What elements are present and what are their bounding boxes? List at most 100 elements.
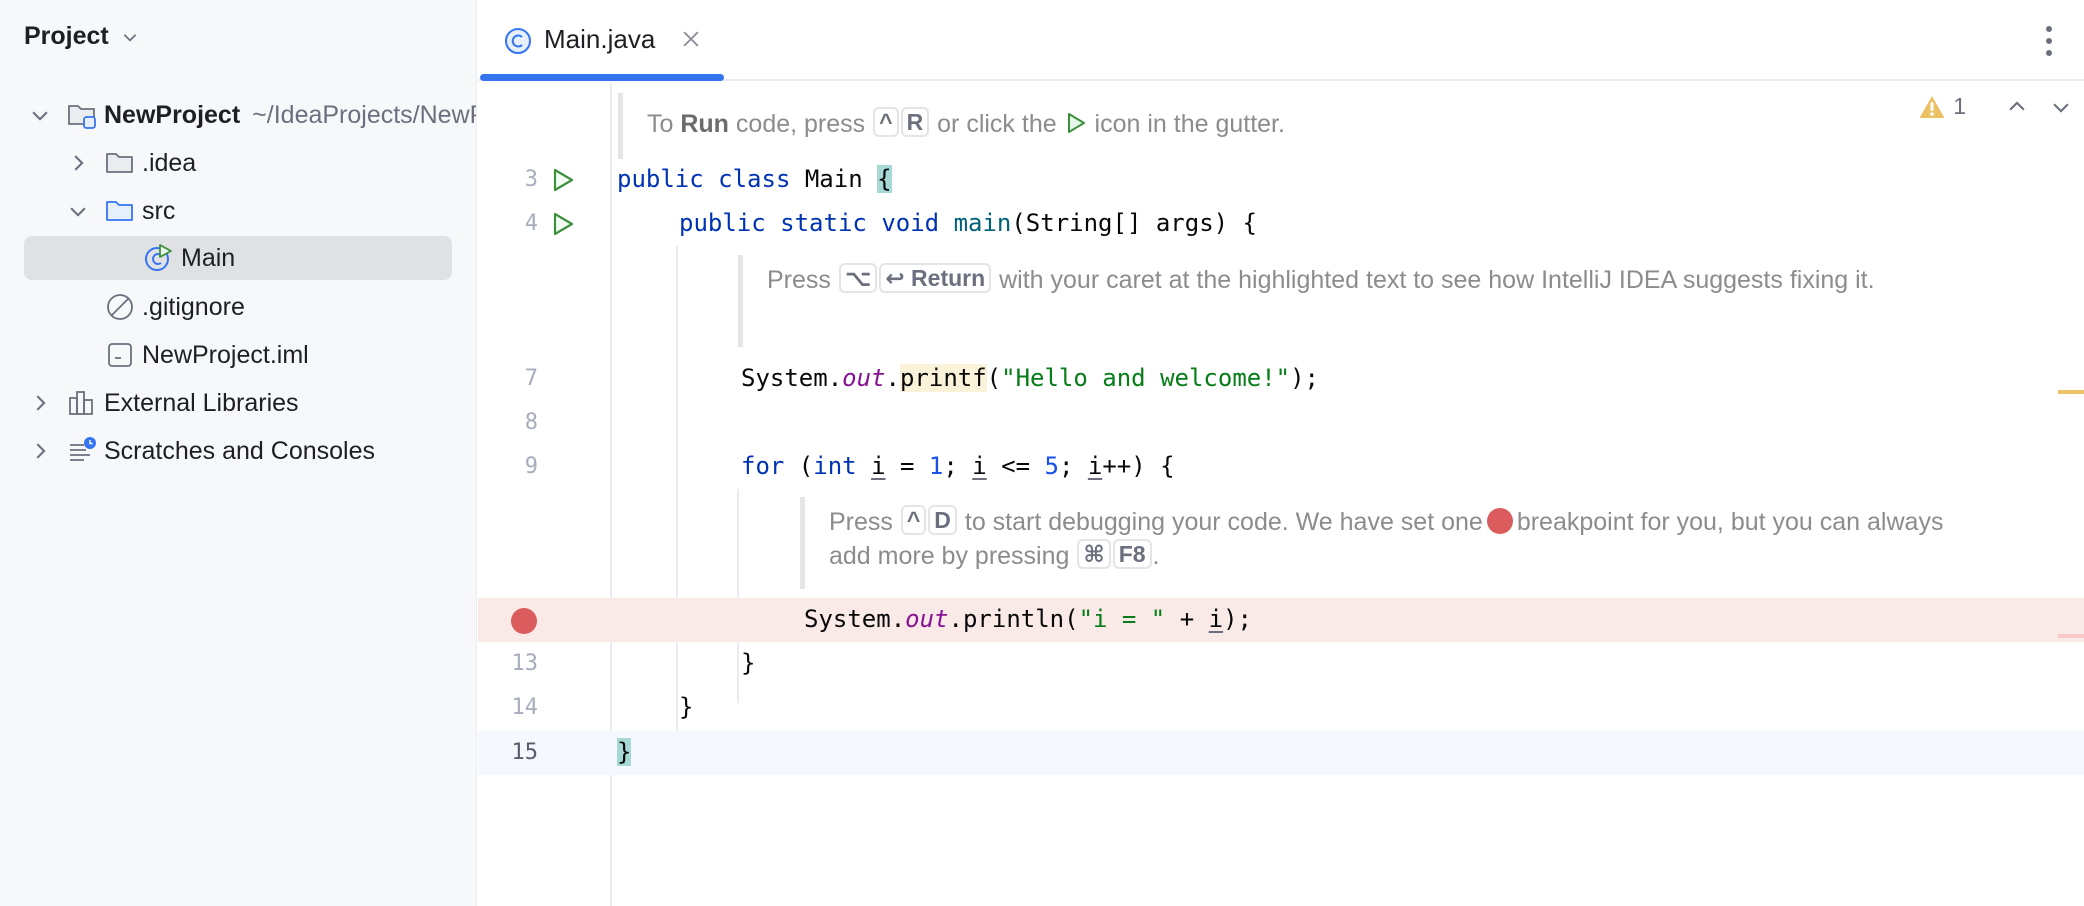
run-icon: [1067, 113, 1085, 133]
code-line-13[interactable]: 13 }: [478, 642, 2084, 686]
code-line-14[interactable]: 14 }: [478, 686, 2084, 730]
tree-item-label: NewProject.iml: [142, 340, 309, 369]
code-text: System.out.printf("Hello and welcome!");: [741, 364, 1320, 392]
code-text: for (int i = 1; i <= 5; i++) {: [741, 452, 1175, 480]
key-cmd: ⌘: [1077, 539, 1111, 569]
active-tab-indicator: [480, 74, 724, 81]
scratches-icon: [70, 437, 96, 461]
key-ctrl: ^: [873, 107, 899, 137]
tree-item-label: External Libraries: [104, 388, 299, 417]
tree-item-iml[interactable]: NewProject.iml: [0, 332, 476, 378]
code-text: System.out.println("i = " + i);: [804, 605, 1252, 633]
java-class-icon: [505, 28, 531, 54]
hint-bold: Run: [680, 110, 729, 138]
warning-stripe-marker[interactable]: [2058, 390, 2084, 394]
warning-icon: [1920, 95, 1945, 118]
key-ctrl: ^: [900, 505, 927, 535]
libraries-icon: [69, 391, 93, 415]
project-path: ~/IdeaProjects/NewProject: [252, 100, 476, 129]
line-number: 3: [524, 167, 538, 192]
editor-tab-bar: Main.java: [478, 0, 2084, 81]
line-number: 14: [511, 695, 539, 720]
tab-label: Main.java: [544, 24, 656, 54]
code-line-7[interactable]: 7 System.out.printf("Hello and welcome!"…: [478, 357, 2084, 401]
line-number: 7: [524, 366, 538, 391]
breakpoint-icon[interactable]: [510, 607, 538, 635]
tree-item-gitignore[interactable]: .gitignore: [0, 284, 476, 330]
folder-icon: [106, 153, 133, 173]
hint-text: To: [647, 110, 674, 138]
close-icon[interactable]: [680, 28, 702, 50]
code-editor[interactable]: 1 To Run code, press ^ R or click the ico…: [478, 83, 2084, 906]
inlay-hint-debug: Press ^ D to start debugging your code. W…: [800, 497, 1960, 589]
tree-item-label: NewProject: [104, 100, 241, 129]
hint-text: with your caret at the highlighted text …: [999, 266, 1875, 294]
line-number: 15: [511, 740, 539, 765]
chevron-up-icon[interactable]: [2006, 96, 2028, 118]
code-text: public class Main {: [617, 165, 892, 193]
hint-text: to start debugging your code. We have se…: [964, 508, 1483, 536]
breakpoint-icon: [1486, 508, 1513, 534]
code-line-15[interactable]: 15 }: [478, 731, 2084, 775]
tree-item-external-libraries[interactable]: External Libraries: [0, 380, 476, 426]
hint-text: Press: [829, 508, 893, 536]
line-number: 4: [524, 211, 538, 236]
chevron-right-icon[interactable]: [67, 152, 89, 174]
project-tool-window: Project NewProject ~/IdeaProjects/NewProj…: [0, 0, 477, 906]
line-number: 9: [524, 454, 538, 479]
java-class-runnable-icon: [145, 244, 172, 271]
tree-item-label: Scratches and Consoles: [104, 436, 375, 465]
code-line-8[interactable]: 8: [478, 401, 2084, 445]
tree-item-src[interactable]: src: [0, 188, 476, 234]
hint-text: code, press: [735, 110, 866, 138]
source-folder-icon: [106, 201, 133, 221]
run-gutter-icon[interactable]: [550, 211, 576, 237]
code-text: }: [679, 693, 694, 721]
tree-item-label: src: [142, 196, 176, 225]
chevron-down-icon[interactable]: [2050, 96, 2072, 118]
tree-item-label: Main: [181, 243, 236, 272]
project-title: Project: [24, 22, 109, 50]
code-text: }: [617, 738, 632, 766]
key-r: R: [900, 107, 930, 137]
key-return: ↩ Return: [879, 263, 992, 293]
run-gutter-icon[interactable]: [550, 167, 576, 193]
line-number: 13: [511, 651, 539, 676]
code-line-9[interactable]: 9 for (int i = 1; i <= 5; i++) {: [478, 445, 2084, 489]
code-text: }: [741, 649, 756, 677]
module-folder-icon: [68, 105, 96, 129]
warning-count: 1: [1953, 93, 1966, 119]
tree-item-label: .idea: [142, 148, 197, 177]
hint-text: or click the: [937, 110, 1057, 138]
inspection-widget[interactable]: 1: [1919, 93, 2072, 120]
inlay-hint-run: To Run code, press ^ R or click the icon …: [618, 93, 1285, 159]
more-options-icon[interactable]: [2044, 24, 2054, 58]
tree-item-label: .gitignore: [142, 292, 245, 321]
code-line-breakpoint[interactable]: System.out.println("i = " + i);: [478, 598, 2084, 642]
code-text: public static void main(String[] args) {: [679, 209, 1257, 237]
chevron-down-icon: [123, 33, 136, 42]
tree-item-idea[interactable]: .idea: [0, 140, 476, 186]
hint-text: icon in the gutter.: [1094, 110, 1285, 138]
tree-item-scratches[interactable]: Scratches and Consoles: [0, 428, 476, 474]
project-view-selector[interactable]: Project: [24, 22, 139, 51]
breakpoint-stripe-marker[interactable]: [2058, 634, 2084, 638]
key-option: ⌥: [838, 263, 878, 293]
inlay-hint-fix: Press ⌥ ↩ Return with your caret at the h…: [738, 255, 1918, 347]
tree-item-newproject[interactable]: NewProject ~/IdeaProjects/NewProject: [0, 92, 476, 138]
hint-text: Press: [767, 266, 831, 294]
chevron-down-icon[interactable]: [67, 200, 89, 222]
code-line-3[interactable]: 3 public class Main {: [478, 158, 2084, 202]
chevron-right-icon[interactable]: [29, 392, 51, 414]
chevron-right-icon[interactable]: [29, 440, 51, 462]
iml-file-icon: [108, 343, 132, 367]
key-d: D: [928, 505, 957, 535]
hint-text: .: [1152, 542, 1160, 570]
ignore-file-icon: [107, 294, 133, 320]
chevron-down-icon[interactable]: [29, 104, 51, 126]
code-line-4[interactable]: 4 public static void main(String[] args)…: [478, 202, 2084, 246]
tree-item-main[interactable]: Main: [0, 235, 476, 281]
tab-main-java[interactable]: Main.java: [478, 0, 724, 81]
key-f8: F8: [1112, 539, 1152, 569]
line-number: 8: [524, 410, 538, 435]
